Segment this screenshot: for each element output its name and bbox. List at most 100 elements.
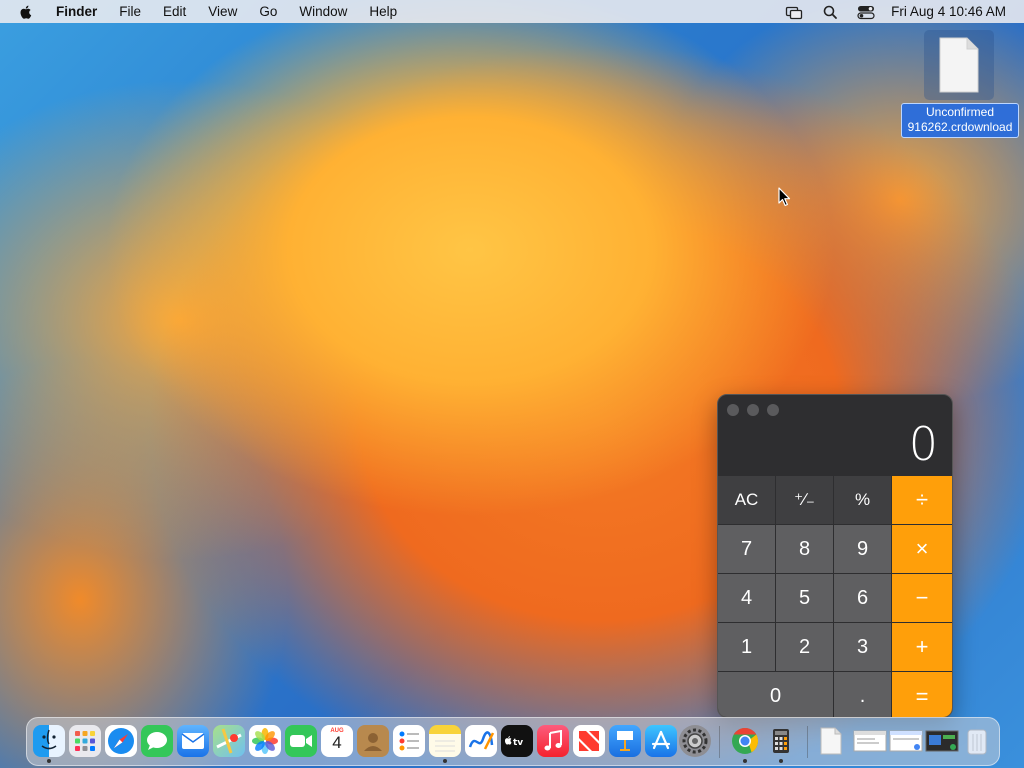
dock-freeform-icon[interactable]: [465, 725, 497, 757]
apple-tv-logo-icon: tv: [505, 736, 523, 748]
dock-tv-icon[interactable]: tv: [501, 725, 533, 757]
control-center-icon[interactable]: [857, 4, 875, 20]
menu-app-finder[interactable]: Finder: [56, 4, 97, 19]
key-multiply[interactable]: ×: [892, 525, 952, 573]
calculator-keypad: AC ⁺∕₋ % ÷ 7 8 9 × 4 5 6 − 1 2 3 + 0 . =: [718, 476, 952, 717]
file-name-label[interactable]: Unconfirmed 916262.crdownload: [901, 103, 1019, 138]
dock-keynote-icon[interactable]: [609, 725, 641, 757]
screen-mirroring-icon[interactable]: [785, 4, 803, 20]
compass-icon: [108, 728, 134, 754]
apple-menu-icon[interactable]: [18, 4, 34, 20]
podium-icon: [617, 731, 633, 751]
news-n-icon: [579, 731, 599, 751]
dock-messages-icon[interactable]: [141, 725, 173, 757]
finder-face-icon: [41, 729, 57, 750]
dock-notes-icon[interactable]: [429, 725, 461, 757]
dock-news-icon[interactable]: [573, 725, 605, 757]
dock-contacts-icon[interactable]: [357, 725, 389, 757]
key-8[interactable]: 8: [776, 525, 833, 573]
dock-downloads-stack-icon[interactable]: [815, 725, 847, 757]
file-name-line-1: Unconfirmed: [925, 105, 995, 119]
key-5[interactable]: 5: [776, 574, 833, 622]
dock: AUG 4 tv: [26, 717, 1000, 766]
dock-calculator-icon[interactable]: [765, 725, 797, 757]
key-9[interactable]: 9: [834, 525, 891, 573]
dock-finder-icon[interactable]: [33, 725, 65, 757]
dock-trash-icon[interactable]: [961, 725, 993, 757]
menu-bar: Finder File Edit View Go Window Help Fri…: [0, 0, 1024, 23]
window-thumbnail-icon: [853, 730, 887, 752]
close-window-button[interactable]: [727, 404, 739, 416]
window-thumbnail-icon: [889, 730, 923, 752]
launchpad-grid-icon: [75, 731, 95, 751]
key-7[interactable]: 7: [718, 525, 775, 573]
file-name-line-2: 916262.crdownload: [907, 120, 1013, 134]
map-pin-icon: [216, 728, 242, 754]
svg-text:tv: tv: [513, 738, 523, 748]
checklist-icon: [399, 731, 419, 751]
dock-launchpad-icon[interactable]: [69, 725, 101, 757]
zoom-window-button[interactable]: [767, 404, 779, 416]
key-3[interactable]: 3: [834, 623, 891, 671]
dock-safari-icon[interactable]: [105, 725, 137, 757]
chrome-logo-icon: [732, 727, 759, 754]
menu-go[interactable]: Go: [259, 4, 277, 19]
key-subtract[interactable]: −: [892, 574, 952, 622]
menu-bar-status-area: Fri Aug 4 10:46 AM: [767, 0, 1006, 23]
menu-edit[interactable]: Edit: [163, 4, 186, 19]
key-equals[interactable]: =: [892, 672, 952, 717]
key-percent[interactable]: %: [834, 476, 891, 524]
dock-separator: [719, 726, 720, 758]
calculator-window: 0 AC ⁺∕₋ % ÷ 7 8 9 × 4 5 6 − 1 2 3 + 0 .…: [717, 394, 953, 718]
dock-separator: [807, 726, 808, 758]
key-1[interactable]: 1: [718, 623, 775, 671]
dock-calendar-icon[interactable]: AUG 4: [321, 725, 353, 757]
key-divide[interactable]: ÷: [892, 476, 952, 524]
dock-reminders-icon[interactable]: [393, 725, 425, 757]
dock-mail-icon[interactable]: [177, 725, 209, 757]
menu-view[interactable]: View: [208, 4, 237, 19]
key-all-clear[interactable]: AC: [718, 476, 775, 524]
mouse-pointer-icon: [778, 187, 791, 207]
dock-running-indicator: [47, 759, 51, 763]
contact-card-icon: [364, 733, 382, 751]
dock-system-settings-icon[interactable]: [679, 725, 711, 757]
trash-can-icon: [967, 729, 987, 755]
window-thumbnail-icon: [925, 730, 959, 752]
notepad-lines-icon: [435, 740, 455, 752]
key-0[interactable]: 0: [718, 672, 833, 717]
photos-flower-icon: [252, 728, 278, 754]
key-plus-minus[interactable]: ⁺∕₋: [776, 476, 833, 524]
key-2[interactable]: 2: [776, 623, 833, 671]
file-thumbnail[interactable]: [924, 30, 994, 100]
menu-help[interactable]: Help: [369, 4, 397, 19]
envelope-icon: [181, 733, 205, 749]
desktop-file-crdownload[interactable]: Unconfirmed 916262.crdownload: [900, 30, 1019, 138]
key-add[interactable]: +: [892, 623, 952, 671]
minimize-window-button[interactable]: [747, 404, 759, 416]
dock-music-icon[interactable]: [537, 725, 569, 757]
document-icon: [939, 37, 979, 93]
key-decimal[interactable]: .: [834, 672, 891, 717]
dock-running-indicator: [743, 759, 747, 763]
music-note-icon: [544, 730, 562, 751]
app-store-a-icon: [651, 730, 671, 750]
menu-file[interactable]: File: [119, 4, 141, 19]
dock-photos-icon[interactable]: [249, 725, 281, 757]
dock-app-store-icon[interactable]: [645, 725, 677, 757]
menu-bar-clock[interactable]: Fri Aug 4 10:46 AM: [891, 4, 1006, 19]
calculator-display: 0: [908, 417, 938, 471]
dock-facetime-icon[interactable]: [285, 725, 317, 757]
dock-chrome-icon[interactable]: [729, 725, 761, 757]
dock-running-indicator: [443, 759, 447, 763]
calculator-keypad-icon: [773, 729, 789, 753]
spotlight-search-icon[interactable]: [821, 4, 839, 20]
dock-minimized-window-2[interactable]: [889, 725, 923, 757]
menu-window[interactable]: Window: [299, 4, 347, 19]
key-6[interactable]: 6: [834, 574, 891, 622]
key-4[interactable]: 4: [718, 574, 775, 622]
dock-minimized-window-1[interactable]: [853, 725, 887, 757]
dock-minimized-window-3[interactable]: [925, 725, 959, 757]
video-camera-icon: [290, 735, 312, 747]
dock-maps-icon[interactable]: [213, 725, 245, 757]
